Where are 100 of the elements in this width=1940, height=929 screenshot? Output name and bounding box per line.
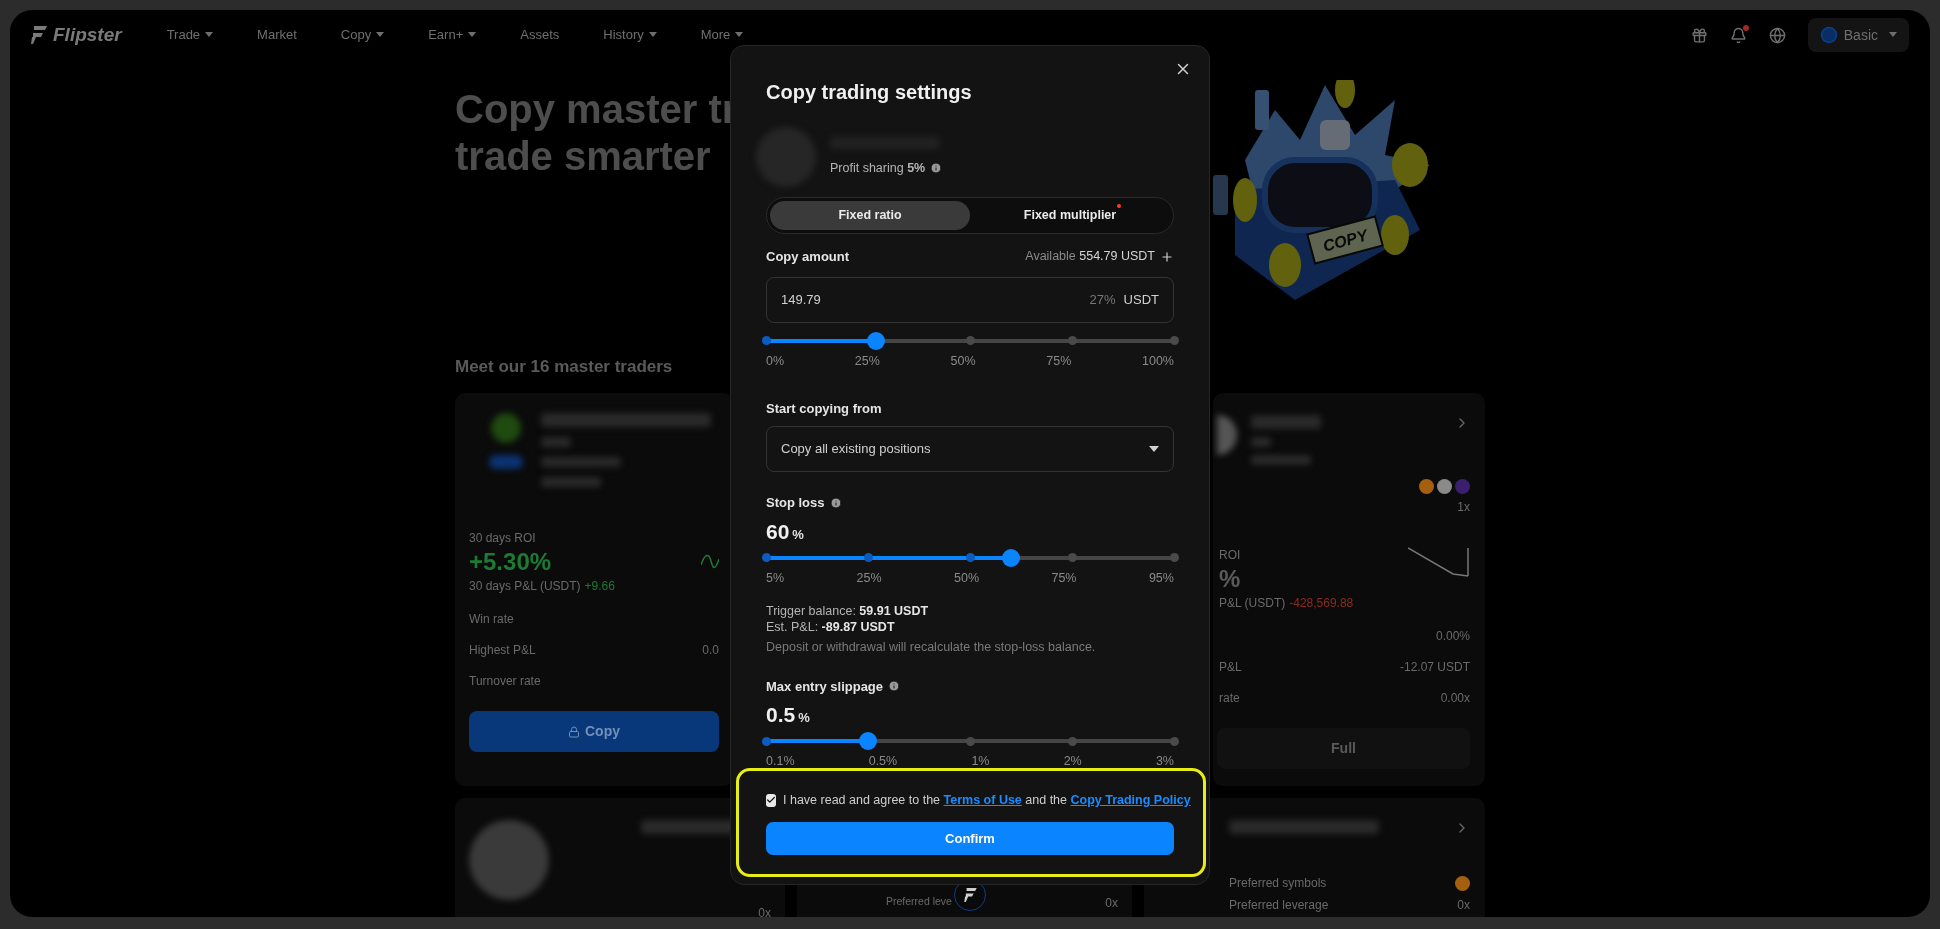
blurred-text	[1251, 455, 1311, 465]
field-label: Max entry slippage	[766, 677, 884, 696]
agreement-checkbox[interactable]	[766, 793, 776, 807]
nav-item[interactable]: Market	[257, 25, 297, 45]
language-icon[interactable]	[1768, 26, 1786, 44]
stat-label: rate	[1219, 690, 1240, 706]
pnl-label: 30 days P&L (USDT)	[469, 578, 581, 595]
stat-value: 0.00x	[1440, 690, 1470, 706]
mode-tab[interactable]: Fixed multiplier	[970, 201, 1170, 230]
slider-thumb[interactable]	[867, 331, 886, 350]
stat-value: -12.07 USDT	[1399, 659, 1470, 675]
slider-tick	[965, 736, 975, 746]
confirm-button[interactable]: Confirm	[766, 821, 1174, 855]
nav-item[interactable]: Assets	[520, 25, 560, 45]
check-icon	[766, 795, 776, 806]
slider-tick-label: 3%	[1155, 753, 1174, 769]
slider-thumb[interactable]	[859, 732, 877, 750]
field-label: Stop loss	[766, 494, 825, 512]
copy-button[interactable]: Copy	[469, 711, 719, 752]
roi-label: ROI	[1219, 547, 1241, 564]
roi-value: %	[1219, 564, 1241, 594]
slider-tick	[965, 553, 975, 562]
leverage-label: Preferred leverage	[1229, 897, 1329, 914]
stop-loss-value: 60	[766, 518, 790, 545]
available-balance: Available 554.79 USDT	[1025, 248, 1155, 266]
stat-label: Highest P&L	[469, 642, 536, 658]
lock-icon	[568, 725, 580, 738]
slider-tick-label: 50%	[954, 569, 979, 586]
pnl-value: +9.66	[584, 578, 615, 595]
nav-item[interactable]: Earn+	[428, 25, 477, 45]
dropdown-caret-icon	[1149, 445, 1159, 453]
caret-icon	[1889, 32, 1897, 38]
slider-tick-label: 75%	[1046, 352, 1072, 369]
copy-mode-select[interactable]: Copy all existing positions	[766, 426, 1174, 472]
leverage-value: 0x	[1105, 895, 1118, 912]
slider-tick-label: 0.5%	[868, 753, 898, 769]
avatar-icon	[1819, 26, 1838, 44]
nav-item[interactable]: Copy	[340, 25, 385, 45]
leverage-value: 0x	[758, 905, 771, 917]
nav-item[interactable]: History	[603, 25, 657, 45]
amount-unit: USDT	[1123, 290, 1159, 309]
slider-thumb[interactable]	[1001, 548, 1020, 567]
slider-tick	[1067, 736, 1077, 746]
blurred-text	[541, 437, 571, 447]
blurred-text	[541, 477, 601, 487]
slider-tick-label: 95%	[1148, 569, 1174, 586]
mode-tab[interactable]: Fixed ratio	[770, 201, 970, 230]
slider-tick-label: 1%	[971, 753, 990, 769]
info-icon[interactable]	[829, 496, 842, 509]
estimated-pnl: Est. P&L: -89.87 USDT	[766, 618, 896, 635]
slider-tick-label: 25%	[856, 569, 882, 586]
amount-input[interactable]: 149.79 27% USDT	[766, 276, 1174, 323]
gift-icon[interactable]	[1690, 26, 1708, 44]
slider-tick-label: 75%	[1051, 569, 1077, 586]
logo-icon	[31, 26, 47, 44]
blurred-badge	[489, 455, 523, 469]
slider-tick-label: 100%	[1142, 352, 1174, 369]
blurred-avatar	[1217, 415, 1237, 455]
slider-tick-label: 0%	[766, 352, 785, 369]
slider-tick	[761, 553, 771, 562]
profit-sharing: Profit sharing 5%	[830, 159, 926, 177]
slider-tick	[1169, 336, 1179, 345]
pnl-label: P&L (USDT)	[1219, 595, 1286, 612]
sparkline	[1408, 546, 1470, 578]
slider-tick-label: 5%	[766, 569, 785, 586]
leverage-value: 1x	[1457, 499, 1470, 516]
dialog-title: Copy trading settings	[766, 80, 973, 105]
leverage-value: 0x	[1457, 897, 1470, 914]
nav-item[interactable]: Trade	[166, 25, 214, 45]
blurred-avatar	[491, 413, 521, 443]
blurred-text	[1251, 437, 1271, 447]
field-label: Copy amount	[766, 248, 850, 266]
roi-label: 30 days ROI	[469, 530, 537, 547]
hero-title: trade smarter	[455, 133, 712, 180]
slider-tick	[1169, 553, 1179, 562]
coin-icon	[1455, 875, 1470, 891]
amount-percent: 27%	[1089, 290, 1116, 309]
slider-tick	[761, 736, 771, 746]
notification-icon[interactable]	[1729, 26, 1747, 44]
info-icon[interactable]	[888, 680, 901, 693]
info-icon[interactable]	[930, 162, 943, 174]
account-menu[interactable]: Basic	[1807, 18, 1909, 52]
unit-label: %	[792, 525, 804, 544]
slider-tick	[1067, 553, 1077, 562]
stat-label: P&L	[1219, 659, 1242, 675]
slider-tick-label: 0.1%	[766, 753, 795, 769]
stat-label: Turnover rate	[469, 673, 541, 689]
add-icon[interactable]	[1160, 249, 1174, 264]
slider-tick-label: 25%	[854, 352, 880, 369]
note-text: Deposit or withdrawal will recalculate the stop-loss balance.	[766, 638, 1097, 655]
policy-link[interactable]: Terms of Use	[943, 793, 1022, 807]
slider-tick	[863, 553, 873, 562]
slider-tick	[965, 336, 975, 345]
blurred-text	[1251, 415, 1321, 429]
illustration-label: COPY	[1321, 226, 1370, 255]
policy-link[interactable]: Copy Trading Policy	[1070, 793, 1191, 807]
full-button[interactable]: Full	[1217, 728, 1470, 769]
coin-icon	[1419, 479, 1434, 494]
nav-item[interactable]: More	[700, 25, 744, 45]
logo-text[interactable]: Flipster	[53, 20, 122, 50]
